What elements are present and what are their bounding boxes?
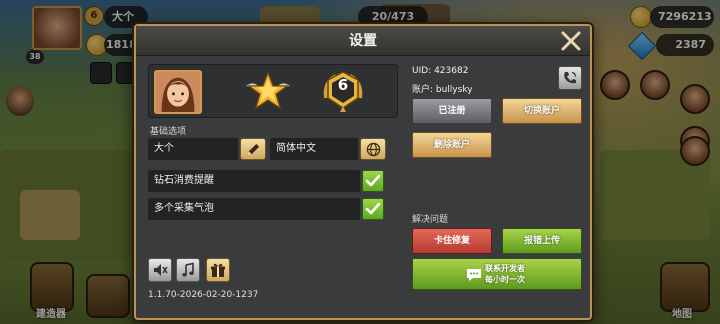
gift-button[interactable] xyxy=(206,258,230,282)
delete-account-button[interactable]: 删除账户 xyxy=(412,132,492,158)
report-bug-button[interactable]: 报错上传 xyxy=(502,228,582,254)
checkmark-icon xyxy=(365,202,381,215)
gift-icon xyxy=(211,263,225,277)
registered-button[interactable]: 已注册 xyxy=(412,98,492,124)
contact-developer-button[interactable]: 联系开发者 每小时一次 xyxy=(412,258,582,290)
language-field: 简体中文 xyxy=(270,138,358,160)
multi-collect-checkbox[interactable] xyxy=(362,198,384,220)
edit-name-button[interactable] xyxy=(240,138,266,160)
phone-icon xyxy=(564,71,577,84)
checkmark-icon xyxy=(365,174,381,187)
switch-account-button[interactable]: 切换账户 xyxy=(502,98,582,124)
mute-speaker-icon xyxy=(154,264,168,276)
edit-pencil-icon xyxy=(247,143,259,155)
version-label: 1.1.70-2026-02-20-1237 xyxy=(148,290,259,300)
settings-header: 设置 xyxy=(136,26,590,56)
music-note-icon xyxy=(182,262,194,277)
uid-label: UID: 423682 xyxy=(412,66,469,76)
phone-button[interactable] xyxy=(558,66,582,90)
contact-developer-text: 联系开发者 每小时一次 xyxy=(485,263,525,285)
language-button[interactable] xyxy=(360,138,386,160)
music-toggle-button[interactable] xyxy=(176,258,200,282)
mute-sound-button[interactable] xyxy=(148,258,172,282)
chat-bubble-icon xyxy=(467,269,481,281)
avatar[interactable] xyxy=(154,70,202,114)
account-label: 账户: bullysky xyxy=(412,85,473,95)
level-number: 6 xyxy=(337,76,349,94)
basic-options-label: 基础选项 xyxy=(150,127,187,137)
globe-icon xyxy=(366,142,380,156)
multi-collect-row: 多个采集气泡 xyxy=(148,198,360,220)
settings-dialog: 设置 6 基础选项 大个 简体中文 钻石消费提醒 多个采集气泡 1.1.70-2… xyxy=(134,24,592,320)
close-icon xyxy=(561,31,581,51)
star-rank-icon xyxy=(242,70,294,112)
diamond-alert-row: 钻石消费提醒 xyxy=(148,170,360,192)
name-field: 大个 xyxy=(148,138,238,160)
contact-developer-line2: 每小时一次 xyxy=(485,275,525,284)
diamond-alert-checkbox[interactable] xyxy=(362,170,384,192)
contact-developer-line1: 联系开发者 xyxy=(485,264,525,273)
settings-title: 设置 xyxy=(349,33,377,49)
stuck-fix-button[interactable]: 卡住修复 xyxy=(412,228,492,254)
laurel-level-icon: 6 xyxy=(320,70,366,114)
troubleshoot-label: 解决问题 xyxy=(412,215,449,225)
close-button[interactable] xyxy=(560,30,582,52)
